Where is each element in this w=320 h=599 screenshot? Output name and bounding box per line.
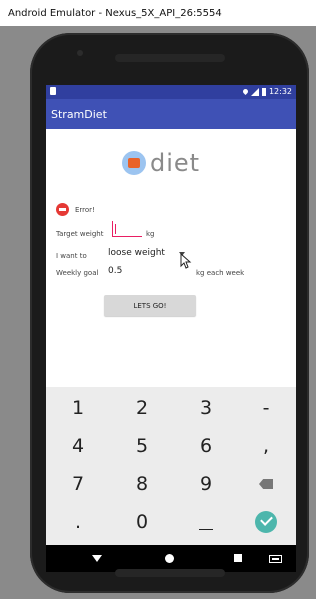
main-content: diet Error! Target weight kg I want to l… — [46, 129, 296, 387]
signal-icon — [250, 87, 259, 96]
front-camera — [77, 50, 83, 56]
key-8[interactable]: 8 — [112, 465, 172, 503]
earpiece-speaker — [115, 54, 225, 62]
goal-type-spinner[interactable]: loose weight — [108, 248, 165, 258]
status-bar: 12:32 — [46, 85, 296, 99]
notification-icon — [50, 87, 56, 95]
home-icon[interactable] — [165, 554, 174, 563]
weekly-goal-label: Weekly goal — [56, 269, 99, 277]
key-period[interactable]: . — [48, 503, 108, 541]
battery-icon — [261, 87, 266, 96]
navigation-bar — [46, 545, 296, 572]
weekly-goal-input[interactable]: 0.5 — [108, 266, 122, 276]
i-want-to-label: I want to — [56, 252, 87, 260]
device-screen: 12:32 StramDiet diet Error! Target weigh… — [46, 85, 296, 572]
key-done[interactable] — [236, 503, 296, 541]
mouse-pointer-icon — [180, 253, 192, 269]
bottom-speaker — [115, 569, 225, 577]
app-title: StramDiet — [51, 108, 107, 121]
error-text: Error! — [75, 205, 95, 214]
lets-go-button[interactable]: LETS GO! — [104, 295, 196, 316]
book-icon — [122, 151, 146, 175]
key-6[interactable]: 6 — [176, 427, 236, 465]
backspace-icon — [259, 479, 273, 489]
emulator-titlebar: Android Emulator - Nexus_5X_API_26:5554 — [0, 0, 316, 26]
target-weight-label: Target weight — [56, 230, 104, 238]
numeric-keypad: 1 2 3 - 4 5 6 , 7 8 9 . 0 — [46, 387, 296, 545]
key-9[interactable]: 9 — [176, 465, 236, 503]
phone-frame: 12:32 StramDiet diet Error! Target weigh… — [30, 33, 309, 593]
target-weight-input[interactable] — [112, 221, 142, 237]
key-backspace[interactable] — [236, 465, 296, 503]
key-minus[interactable]: - — [236, 389, 296, 427]
key-2[interactable]: 2 — [112, 389, 172, 427]
key-1[interactable]: 1 — [48, 389, 108, 427]
logo-text: diet — [150, 149, 201, 177]
text-cursor — [115, 224, 116, 234]
status-time: 12:32 — [268, 87, 292, 96]
space-icon — [199, 528, 213, 530]
emulator-title: Android Emulator - Nexus_5X_API_26:5554 — [8, 8, 222, 19]
key-space[interactable] — [176, 503, 236, 541]
keyboard-icon[interactable] — [269, 555, 282, 563]
checkmark-icon — [255, 511, 277, 533]
key-comma[interactable]: , — [236, 427, 296, 465]
key-0[interactable]: 0 — [112, 503, 172, 541]
recent-apps-icon[interactable] — [234, 554, 242, 562]
key-3[interactable]: 3 — [176, 389, 236, 427]
target-unit-label: kg — [146, 230, 155, 238]
back-icon[interactable] — [92, 555, 102, 562]
key-7[interactable]: 7 — [48, 465, 108, 503]
app-logo: diet — [122, 149, 200, 177]
key-5[interactable]: 5 — [112, 427, 172, 465]
location-icon — [241, 87, 249, 96]
error-icon — [56, 203, 69, 216]
error-message: Error! — [56, 203, 95, 216]
app-bar: StramDiet — [46, 99, 296, 129]
weekly-goal-unit-label: kg each week — [196, 269, 245, 277]
key-4[interactable]: 4 — [48, 427, 108, 465]
